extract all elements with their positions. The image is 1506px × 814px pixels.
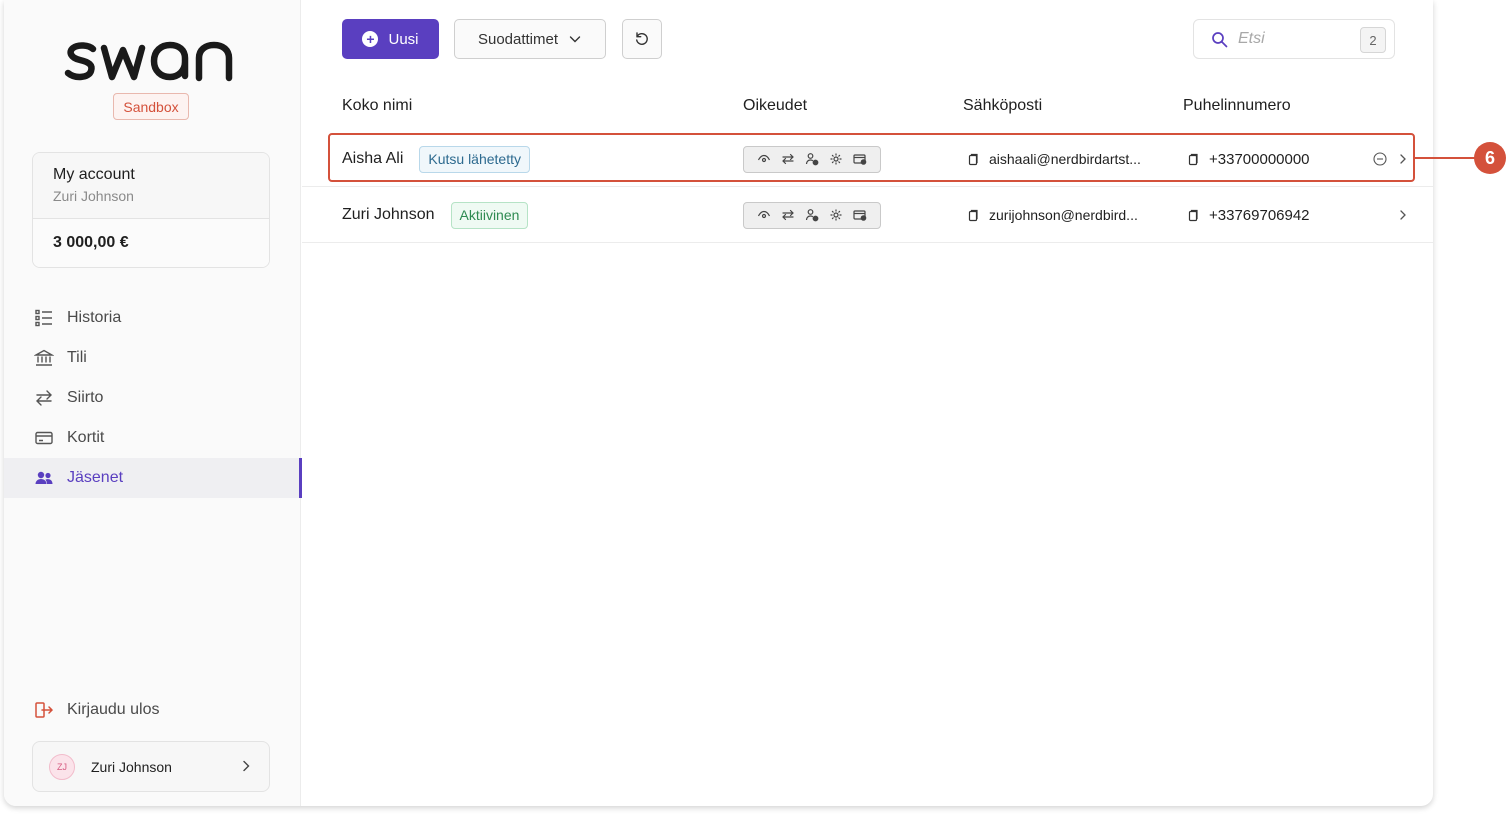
column-header-email: Sähköposti (963, 97, 1043, 114)
members-page: + Uusi Suodattimet 2 Koko nimi Oikeudet … (302, 0, 1433, 806)
rights-cell (743, 131, 881, 187)
search-field[interactable]: 2 (1193, 19, 1395, 59)
member-email: aishaali@nerdbirdartst... (989, 151, 1141, 167)
list-icon (34, 308, 54, 328)
transfer-icon (782, 153, 794, 165)
card-settings-icon (853, 154, 867, 165)
swan-logo[interactable] (62, 36, 242, 84)
current-user-name: Zuri Johnson (91, 758, 172, 775)
plus-icon: + (362, 31, 379, 47)
copy-icon[interactable] (1187, 209, 1199, 222)
rights-indicator (743, 145, 881, 173)
copy-icon[interactable] (967, 153, 979, 166)
annotation-callout: 6 (1474, 142, 1506, 174)
search-input[interactable] (1238, 30, 1348, 48)
member-email: zurijohnson@nerdbird... (989, 207, 1138, 223)
refresh-button[interactable] (622, 19, 662, 59)
rights-indicator (743, 201, 881, 229)
refresh-icon (636, 32, 648, 45)
member-phone: +33700000000 (1209, 150, 1310, 168)
table-row[interactable]: Zuri Johnson Aktiivinen zurijohnson@nerd… (302, 187, 1433, 243)
account-holder: Zuri Johnson (53, 188, 134, 204)
search-shortcut-key: 2 (1360, 27, 1386, 53)
sidebar-item-label: Historia (67, 309, 122, 326)
sidebar-nav: Historia Tili Siirto Kortit Jäsenet (4, 298, 302, 498)
chevron-right-icon[interactable] (1397, 153, 1409, 165)
member-name-cell: Aisha Ali Kutsu lähetetty (342, 131, 530, 187)
current-user-card[interactable]: ZJ Zuri Johnson (32, 741, 270, 792)
environment-badge: Sandbox (113, 93, 189, 120)
logout-button[interactable]: Kirjaudu ulos (34, 700, 160, 720)
sidebar-item-label: Jäsenet (67, 469, 124, 486)
phone-cell: +33769706942 (1187, 187, 1310, 243)
row-actions (1359, 187, 1409, 243)
sidebar-item-kortit[interactable]: Kortit (4, 418, 301, 458)
chevron-right-icon[interactable] (1397, 209, 1409, 221)
manage-members-icon (805, 209, 819, 222)
annotation-connector (1415, 157, 1475, 159)
filters-button-label: Suodattimet (477, 30, 559, 48)
member-name: Aisha Ali (342, 150, 404, 167)
email-cell: aishaali@nerdbirdartst... (967, 131, 1141, 187)
account-card[interactable]: My account Zuri Johnson 3 000,00 € (32, 152, 270, 268)
sidebar-item-tili[interactable]: Tili (4, 338, 301, 378)
sidebar-item-historia[interactable]: Historia (4, 298, 301, 338)
sidebar: Sandbox My account Zuri Johnson 3 000,00… (4, 0, 302, 806)
card-settings-icon (853, 210, 867, 221)
member-phone: +33769706942 (1209, 206, 1310, 224)
logout-label: Kirjaudu ulos (67, 701, 160, 718)
sidebar-item-jasenet[interactable]: Jäsenet (4, 458, 302, 498)
sidebar-item-label: Tili (67, 349, 87, 366)
sidebar-item-label: Kortit (67, 429, 105, 446)
transfer-icon (34, 388, 54, 408)
bank-icon (34, 348, 54, 368)
filters-button[interactable]: Suodattimet (454, 19, 606, 59)
member-name-cell: Zuri Johnson Aktiivinen (342, 187, 529, 243)
phone-cell: +33700000000 (1187, 131, 1310, 187)
gear-icon (830, 209, 842, 221)
column-header-rights: Oikeudet (743, 97, 808, 114)
status-badge: Aktiivinen (450, 201, 529, 229)
gear-icon (830, 153, 842, 165)
rights-cell (743, 187, 881, 243)
sidebar-item-label: Siirto (67, 389, 104, 406)
search-icon (1212, 31, 1228, 47)
table-row[interactable]: Aisha Ali Kutsu lähetetty aishaali@nerdb… (302, 131, 1433, 187)
column-header-phone: Puhelinnumero (1183, 97, 1291, 114)
sidebar-item-siirto[interactable]: Siirto (4, 378, 301, 418)
account-balance: 3 000,00 € (33, 219, 269, 267)
account-header: My account Zuri Johnson (33, 153, 269, 219)
transfer-icon (782, 209, 794, 221)
card-icon (34, 428, 54, 448)
logout-icon (35, 702, 54, 718)
remove-circle-icon[interactable] (1373, 152, 1387, 166)
new-button-label: Uusi (388, 30, 419, 48)
avatar: ZJ (49, 753, 75, 780)
view-icon (757, 210, 771, 219)
column-header-name[interactable]: Koko nimi (342, 97, 412, 115)
chevron-right-icon (243, 760, 250, 772)
manage-members-icon (805, 153, 819, 166)
new-member-button[interactable]: + Uusi (342, 19, 439, 59)
copy-icon[interactable] (967, 209, 979, 222)
member-name: Zuri Johnson (342, 206, 435, 223)
view-icon (757, 154, 771, 163)
account-title: My account (53, 166, 135, 183)
members-icon (34, 468, 54, 488)
chevron-down-icon (569, 36, 581, 43)
status-badge: Kutsu lähetetty (419, 145, 530, 173)
copy-icon[interactable] (1187, 153, 1199, 166)
table-header: Koko nimi Oikeudet Sähköposti Puhelinnum… (302, 97, 1433, 119)
row-actions (1359, 131, 1409, 187)
app-window: Sandbox My account Zuri Johnson 3 000,00… (4, 0, 1433, 806)
email-cell: zurijohnson@nerdbird... (967, 187, 1138, 243)
